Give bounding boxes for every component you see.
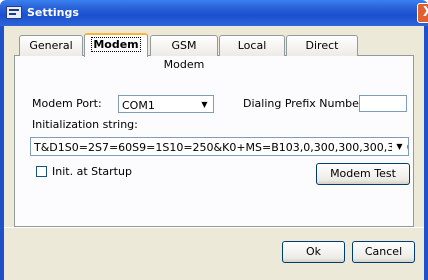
window-title: Settings bbox=[27, 6, 79, 19]
divider bbox=[4, 227, 424, 228]
tab-gsm-modem[interactable]: GSM Modem bbox=[150, 35, 218, 71]
chevron-down-icon[interactable]: ▼ bbox=[392, 139, 407, 154]
tab-label: General bbox=[29, 39, 73, 52]
modem-port-select[interactable]: COM1 ▼ bbox=[118, 95, 214, 113]
settings-window-icon bbox=[6, 6, 22, 19]
modem-test-button[interactable]: Modem Test bbox=[316, 163, 410, 185]
modem-port-label: Modem Port: bbox=[32, 97, 102, 110]
dialing-prefix-input[interactable] bbox=[359, 95, 407, 112]
init-string-label: Initialization string: bbox=[32, 118, 138, 131]
tab-label: Local bbox=[237, 39, 267, 52]
close-button[interactable]: X bbox=[417, 3, 428, 23]
init-string-value: T&D1S0=2S7=60S9=1S10=250&K0+MS=B103,0,30… bbox=[34, 141, 409, 154]
title-bar: Settings X bbox=[0, 0, 428, 26]
tab-general[interactable]: General bbox=[19, 35, 83, 56]
tab-modem[interactable]: Modem bbox=[84, 33, 148, 57]
window-frame-right bbox=[424, 26, 428, 280]
tab-label: GSM Modem bbox=[163, 39, 205, 71]
cancel-button[interactable]: Cancel bbox=[352, 241, 415, 263]
settings-window: Settings X General Modem GSM Modem Local… bbox=[0, 0, 428, 280]
tab-label: Modem bbox=[91, 37, 141, 52]
tab-label: Direct bbox=[305, 39, 339, 52]
tab-direct[interactable]: Direct bbox=[286, 35, 358, 56]
ok-button[interactable]: Ok bbox=[282, 241, 345, 263]
tab-local[interactable]: Local bbox=[219, 35, 285, 56]
init-string-select[interactable]: T&D1S0=2S7=60S9=1S10=250&K0+MS=B103,0,30… bbox=[30, 137, 409, 156]
modem-port-value: COM1 bbox=[122, 99, 155, 112]
dialing-prefix-label: Dialing Prefix Number: bbox=[243, 97, 367, 110]
chevron-down-icon[interactable]: ▼ bbox=[197, 97, 212, 111]
init-at-startup-checkbox[interactable] bbox=[36, 166, 47, 177]
init-at-startup-label: Init. at Startup bbox=[52, 165, 132, 178]
